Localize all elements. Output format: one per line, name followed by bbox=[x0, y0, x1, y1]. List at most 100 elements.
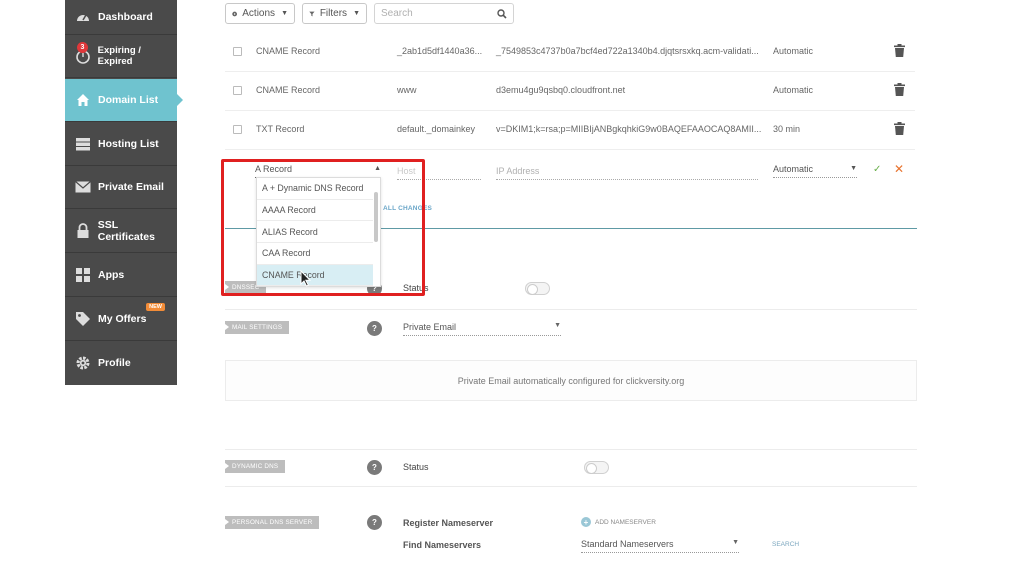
personal-dns-tag: PERSONAL DNS SERVER bbox=[225, 516, 320, 529]
sidebar-item-label: Private Email bbox=[98, 181, 164, 193]
trash-icon[interactable] bbox=[894, 122, 905, 135]
dropdown-option[interactable]: CAA Record bbox=[257, 243, 373, 265]
help-icon[interactable]: ? bbox=[367, 460, 382, 475]
record-ttl: Automatic bbox=[773, 46, 814, 56]
server-icon bbox=[73, 134, 93, 154]
sidebar-item-my-offers[interactable]: My Offers NEW bbox=[65, 298, 177, 341]
sidebar-item-label: SSL Certificates bbox=[97, 219, 155, 243]
sidebar-item-ssl-certificates[interactable]: SSL Certificates bbox=[65, 210, 177, 253]
search-box bbox=[374, 3, 514, 24]
mail-settings-value: Private Email bbox=[403, 322, 457, 332]
row-checkbox[interactable] bbox=[233, 86, 242, 95]
divider bbox=[225, 486, 917, 487]
add-nameserver-button[interactable]: + ADD NAMESERVER bbox=[581, 517, 656, 527]
record-ttl: 30 min bbox=[773, 124, 801, 134]
speedometer-icon bbox=[73, 7, 93, 27]
record-host: www bbox=[397, 85, 417, 95]
row-checkbox[interactable] bbox=[233, 47, 242, 56]
ttl-value: Automatic bbox=[773, 164, 814, 174]
search-input[interactable] bbox=[381, 8, 491, 19]
ttl-select[interactable]: Automatic ▼ bbox=[773, 164, 857, 178]
sidebar-item-apps[interactable]: Apps bbox=[65, 254, 177, 297]
sidebar-item-label: Apps bbox=[98, 269, 125, 281]
dynamic-dns-tag: DYNAMIC DNS bbox=[225, 460, 286, 473]
dropdown-option[interactable]: AAAA Record bbox=[257, 200, 373, 222]
chevron-down-icon: ▼ bbox=[732, 539, 739, 546]
mouse-cursor-icon bbox=[300, 270, 311, 287]
record-host: default._domainkey bbox=[397, 124, 476, 134]
sidebar-item-label: My Offers bbox=[98, 313, 147, 325]
sidebar-item-domain-list[interactable]: Domain List bbox=[65, 79, 183, 122]
sidebar-item-private-email[interactable]: Private Email bbox=[65, 166, 177, 209]
chevron-down-icon: ▼ bbox=[850, 165, 857, 172]
dnssec-status-label: Status bbox=[403, 283, 429, 293]
funnel-icon bbox=[309, 11, 315, 16]
tag-icon bbox=[73, 309, 93, 329]
new-badge: NEW bbox=[146, 303, 165, 311]
apps-icon bbox=[73, 265, 93, 285]
add-nameserver-label: ADD NAMESERVER bbox=[595, 518, 656, 526]
lock-icon bbox=[73, 221, 93, 241]
record-type-select[interactable]: A Record ▲ bbox=[255, 164, 381, 178]
find-nameservers-select[interactable]: Standard Nameservers ▼ bbox=[581, 539, 739, 553]
record-ttl: Automatic bbox=[773, 85, 814, 95]
help-icon[interactable]: ? bbox=[367, 321, 382, 336]
divider bbox=[225, 449, 917, 450]
sidebar-item-label: Expiring / Expired bbox=[97, 45, 141, 67]
dynamic-dns-toggle[interactable] bbox=[584, 461, 609, 474]
search-nameserver-link[interactable]: SEARCH bbox=[772, 541, 799, 548]
host-placeholder: Host bbox=[397, 166, 416, 176]
record-host: _2ab1d5df1440a36... bbox=[397, 46, 483, 56]
trash-icon[interactable] bbox=[894, 83, 905, 96]
record-type: CNAME Record bbox=[256, 85, 321, 95]
expiring-count-badge: 3 bbox=[77, 42, 88, 53]
filters-label: Filters bbox=[319, 8, 348, 19]
play-circle-icon bbox=[232, 11, 238, 16]
chevron-down-icon: ▼ bbox=[281, 10, 288, 17]
actions-label: Actions bbox=[242, 8, 276, 19]
row-checkbox[interactable] bbox=[233, 125, 242, 134]
stopwatch-icon: 3 bbox=[73, 42, 93, 66]
sidebar-item-label: Dashboard bbox=[98, 11, 153, 23]
filters-button[interactable]: Filters ▼ bbox=[302, 3, 367, 24]
find-nameservers-value: Standard Nameservers bbox=[581, 539, 674, 549]
sidebar-item-label: Domain List bbox=[98, 94, 159, 106]
sidebar-item-expiring[interactable]: 3 Expiring / Expired bbox=[65, 35, 177, 78]
record-type-value: A Record bbox=[255, 164, 293, 174]
dropdown-scrollbar[interactable] bbox=[374, 192, 378, 242]
chevron-down-icon: ▼ bbox=[554, 322, 561, 329]
dropdown-option-hovered[interactable]: CNAME Record bbox=[257, 264, 373, 286]
chevron-up-icon: ▲ bbox=[374, 165, 381, 172]
dnssec-toggle[interactable] bbox=[525, 282, 550, 295]
record-type: CNAME Record bbox=[256, 46, 321, 56]
sidebar-item-label: Hosting List bbox=[98, 138, 159, 150]
checkmark-icon[interactable]: ✓ bbox=[873, 164, 881, 175]
mail-info-box: Private Email automatically configured f… bbox=[225, 360, 917, 401]
trash-icon[interactable] bbox=[894, 44, 905, 57]
record-value: _7549853c4737b0a7bcf4ed722a1340b4.djqtsr… bbox=[496, 46, 759, 56]
sidebar: Dashboard 3 Expiring / Expired Domain Li… bbox=[65, 0, 183, 385]
sidebar-item-label: Profile bbox=[98, 356, 131, 369]
actions-button[interactable]: Actions ▼ bbox=[225, 3, 295, 24]
table-row: CNAME Record www d3emu4gu9qsbq0.cloudfro… bbox=[225, 72, 915, 111]
help-icon[interactable]: ? bbox=[367, 515, 382, 530]
dropdown-option[interactable]: ALIAS Record bbox=[257, 221, 373, 244]
sidebar-item-dashboard[interactable]: Dashboard bbox=[65, 0, 177, 35]
sidebar-item-profile[interactable]: Profile bbox=[65, 341, 177, 384]
record-type-dropdown: A + Dynamic DNS Record AAAA Record ALIAS… bbox=[256, 177, 381, 287]
ip-address-field[interactable]: IP Address bbox=[496, 166, 758, 180]
record-value: v=DKIM1;k=rsa;p=MIIBIjANBgkqhkiG9w0BAQEF… bbox=[496, 124, 762, 134]
dropdown-option[interactable]: A + Dynamic DNS Record bbox=[257, 178, 373, 200]
record-type: TXT Record bbox=[256, 124, 305, 134]
dynamic-dns-status-label: Status bbox=[403, 462, 429, 472]
mail-settings-select[interactable]: Private Email ▼ bbox=[403, 322, 561, 336]
save-all-changes-link[interactable]: ALL CHANGES bbox=[383, 205, 432, 212]
search-icon[interactable] bbox=[497, 8, 507, 19]
home-icon bbox=[73, 90, 93, 110]
sidebar-item-hosting-list[interactable]: Hosting List bbox=[65, 123, 177, 166]
table-row: CNAME Record _2ab1d5df1440a36... _754985… bbox=[225, 33, 915, 72]
record-value: d3emu4gu9qsbq0.cloudfront.net bbox=[496, 85, 626, 95]
divider bbox=[225, 309, 917, 310]
close-icon[interactable]: ✕ bbox=[894, 162, 904, 176]
host-field[interactable]: Host bbox=[397, 166, 481, 180]
